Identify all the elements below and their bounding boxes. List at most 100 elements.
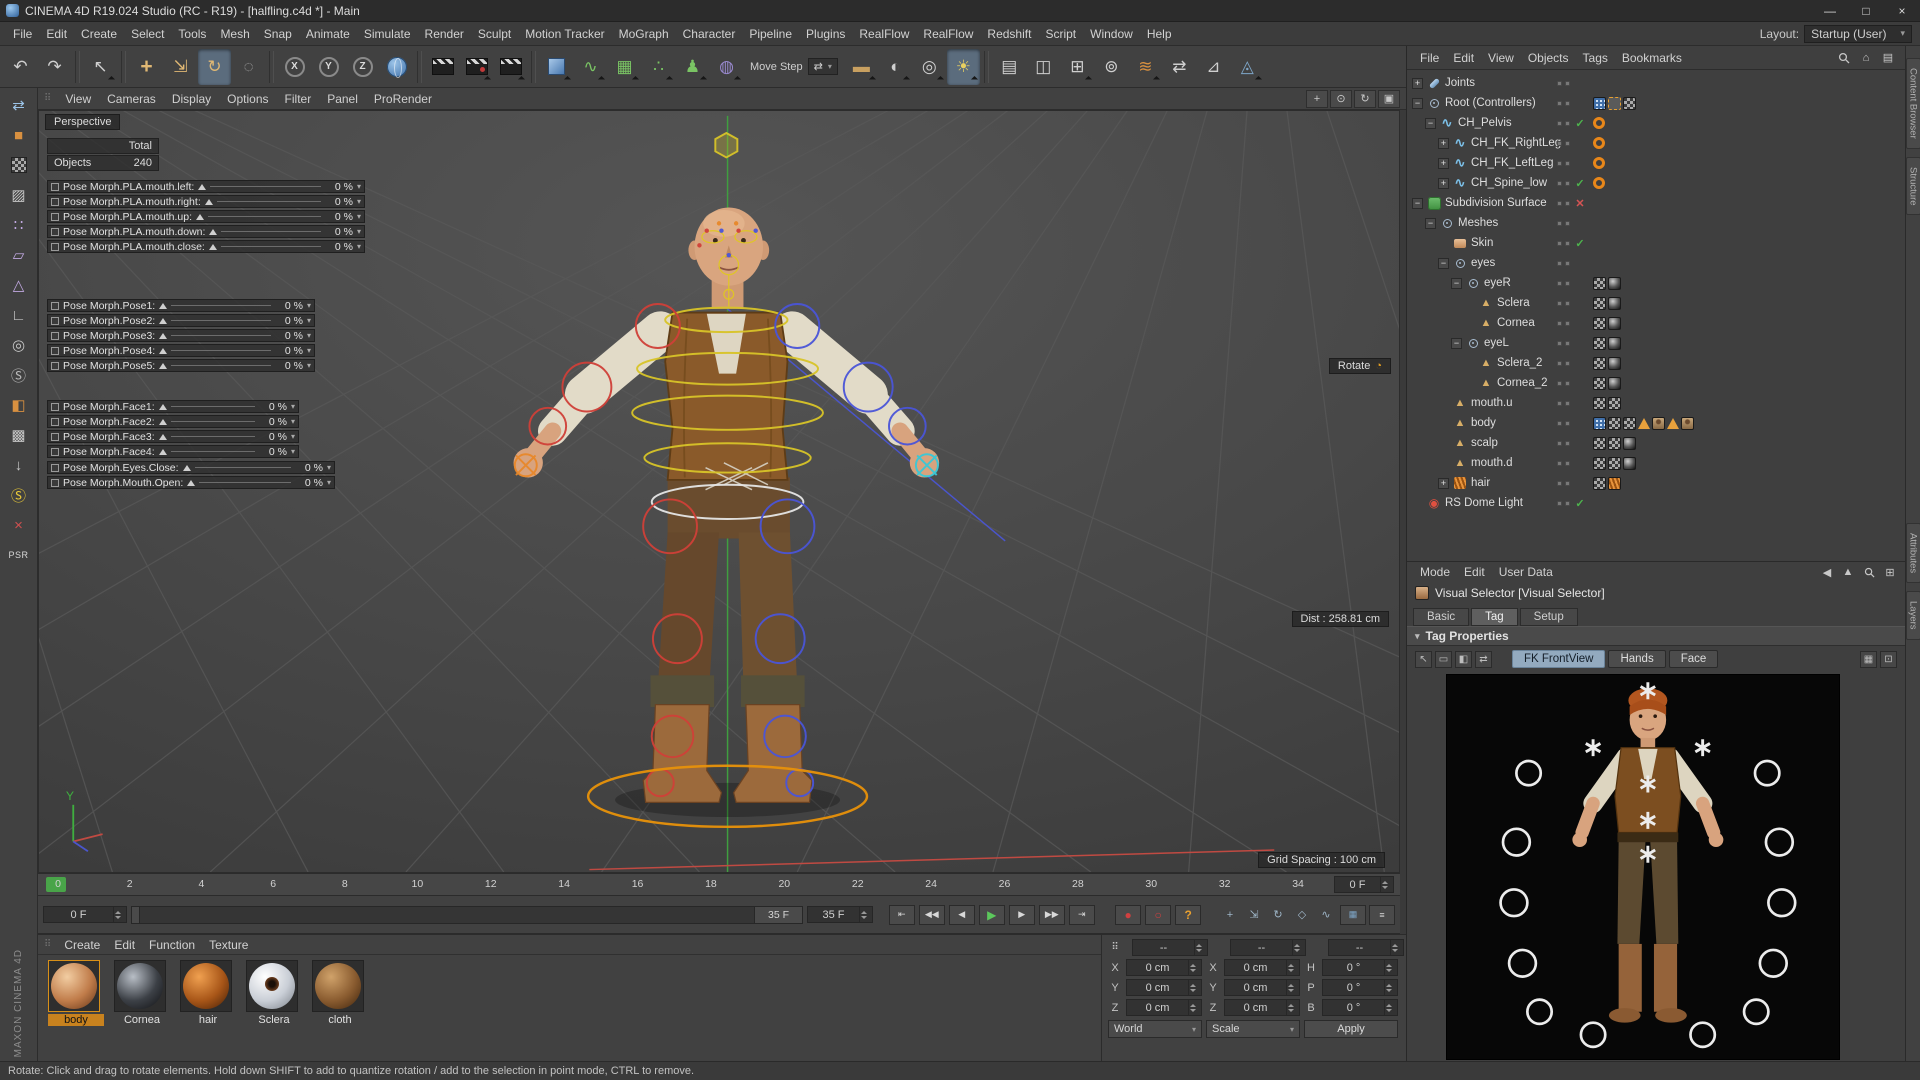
chevron-down-icon[interactable]: ▾ [357, 242, 361, 251]
visibility-dots[interactable] [1557, 460, 1573, 466]
texture-mode-icon[interactable] [4, 151, 34, 179]
menu-item[interactable]: Tools [171, 27, 213, 41]
add-generator-icon[interactable]: ▦ [608, 49, 641, 85]
timeline-tick[interactable]: 18 [705, 878, 717, 890]
chevron-down-icon[interactable]: ▾ [291, 432, 295, 441]
rotation-field[interactable]: 0 ° [1322, 979, 1398, 996]
up-icon[interactable]: ▲ [1839, 564, 1857, 580]
texture-tag-icon[interactable] [1623, 416, 1636, 430]
slider-handle-icon[interactable] [182, 464, 191, 471]
texture-tag-icon[interactable] [1593, 316, 1606, 330]
menu-item[interactable]: RealFlow [852, 27, 916, 41]
record-parameter-icon[interactable]: ◇ [1292, 905, 1312, 925]
pose-morph-slider[interactable]: Pose Morph.PLA.mouth.down: 0 % ▾ [47, 225, 365, 238]
viewport-3d[interactable]: Y Perspective Total Objects 240 Pose Morp… [38, 110, 1400, 873]
slider-handle-icon[interactable] [159, 347, 168, 354]
tab-basic[interactable]: Basic [1413, 608, 1470, 626]
timeline-tick[interactable]: 26 [999, 878, 1011, 890]
range-end-handle[interactable]: 35 F [754, 906, 802, 923]
object-manager-menu-item[interactable]: Tags [1576, 51, 1615, 65]
hair-tools-icon[interactable]: ≋ [1129, 49, 1162, 85]
add-spline-icon[interactable]: ∿ [574, 49, 607, 85]
slider-handle-icon[interactable] [187, 479, 196, 486]
sphere-tag-icon[interactable] [1608, 296, 1621, 310]
pose-morph-slider[interactable]: Pose Morph.PLA.mouth.up: 0 % ▾ [47, 210, 365, 223]
chevron-down-icon[interactable]: ▾ [357, 182, 361, 191]
visibility-dots[interactable] [1557, 100, 1573, 106]
object-row[interactable]: ◉ RS Dome Light ✓ [1407, 493, 1905, 513]
lock-workplane-icon[interactable]: ▩ [4, 421, 34, 449]
collapse-icon[interactable]: − [1451, 337, 1462, 349]
material-menu-item[interactable]: Function [142, 938, 202, 952]
visibility-dots[interactable] [1557, 200, 1573, 206]
enabled-check-icon[interactable]: ✓ [1573, 177, 1587, 190]
object-row[interactable]: − eyes [1407, 253, 1905, 273]
slider-checkbox[interactable] [51, 447, 59, 456]
record-scale-icon[interactable]: ⇲ [1244, 905, 1264, 925]
material-thumbnail[interactable] [312, 960, 364, 1012]
visibility-dots[interactable] [1557, 320, 1573, 326]
viewport-menu-item[interactable]: ProRender [366, 92, 440, 106]
face-button[interactable]: Face [1668, 650, 1719, 668]
maximize-button[interactable]: □ [1848, 0, 1884, 21]
exchange-icon[interactable]: ⇄ [1163, 49, 1196, 85]
slider-handle-icon[interactable] [158, 448, 167, 455]
texture-tag-icon[interactable] [1593, 276, 1606, 290]
expand-icon[interactable]: + [1438, 157, 1449, 169]
timeline-tick[interactable]: 32 [1219, 878, 1231, 890]
material-item[interactable]: hair [180, 960, 236, 1026]
point-selection-tag-icon[interactable] [1593, 416, 1606, 430]
slider-checkbox[interactable] [51, 361, 59, 370]
object-row[interactable]: − ∿ CH_Pelvis ✓ [1407, 113, 1905, 133]
texture-tag-icon[interactable] [1593, 356, 1606, 370]
material-thumbnail[interactable] [180, 960, 232, 1012]
texture-tag-icon[interactable] [1593, 296, 1606, 310]
menu-item[interactable]: Simulate [357, 27, 418, 41]
timeline-tick[interactable]: 10 [412, 878, 424, 890]
grid-layout-icon[interactable]: ▦ [1860, 650, 1877, 668]
tab-attributes[interactable]: Attributes [1905, 523, 1920, 584]
tab-layers[interactable]: Layers [1905, 591, 1920, 640]
slider-checkbox[interactable] [51, 227, 59, 236]
chevron-down-icon[interactable]: ▾ [357, 227, 361, 236]
pose-morph-slider[interactable]: Pose Morph.Eyes.Close: 0 % ▾ [47, 461, 335, 474]
menu-item[interactable]: Help [1140, 27, 1179, 41]
chevron-down-icon[interactable]: ▾ [307, 316, 311, 325]
add-floor-icon[interactable]: ▬ [845, 49, 878, 85]
rotation-field[interactable]: 0 ° [1322, 999, 1398, 1016]
visual-selector-preview[interactable] [1446, 674, 1840, 1060]
workplane-icon[interactable]: ▤ [993, 49, 1026, 85]
visibility-dots[interactable] [1557, 420, 1573, 426]
viewport-pan-icon[interactable]: + [1306, 89, 1328, 108]
next-frame-button[interactable]: ▶ [1008, 904, 1035, 925]
pose-morph-slider[interactable]: Pose Morph.Pose4: 0 % ▾ [47, 344, 315, 357]
viewport-menu-item[interactable]: Options [219, 92, 276, 106]
visibility-dots[interactable] [1557, 280, 1573, 286]
object-row[interactable]: ▲ mouth.u [1407, 393, 1905, 413]
make-editable-icon[interactable]: ⇄ [4, 91, 34, 119]
texture-tag-icon[interactable] [1623, 96, 1636, 110]
slider-handle-icon[interactable] [208, 243, 217, 250]
material-item[interactable]: Cornea [114, 960, 170, 1026]
previous-key-button[interactable]: ◀◀ [918, 904, 945, 925]
record-rotation-icon[interactable]: ↻ [1268, 905, 1288, 925]
end-frame-field[interactable]: 35 F [807, 906, 873, 923]
pose-morph-slider[interactable]: Pose Morph.PLA.mouth.right: 0 % ▾ [47, 195, 365, 208]
add-deformer-icon[interactable]: ◍ [710, 49, 743, 85]
goto-start-button[interactable]: ⇤ [888, 904, 915, 925]
chevron-down-icon[interactable]: ▾ [307, 331, 311, 340]
texture-tag-icon[interactable] [1593, 336, 1606, 350]
chevron-down-icon[interactable]: ▾ [357, 197, 361, 206]
expand-icon[interactable]: ⊡ [1880, 650, 1897, 668]
visibility-dots[interactable] [1557, 240, 1573, 246]
object-row[interactable]: + hair [1407, 473, 1905, 493]
slider-checkbox[interactable] [51, 242, 59, 251]
slider-checkbox[interactable] [51, 417, 59, 426]
visibility-dots[interactable] [1557, 80, 1573, 86]
panel-icon[interactable]: ▤ [1879, 50, 1897, 66]
pose-morph-slider[interactable]: Pose Morph.Face2: 0 % ▾ [47, 415, 299, 428]
playback-options-icon[interactable]: ≡ [1369, 904, 1395, 925]
object-manager-menu-item[interactable]: Objects [1521, 51, 1576, 65]
viewport-toggle-icon[interactable]: ▣ [1378, 89, 1400, 108]
material-item[interactable]: Sclera [246, 960, 302, 1026]
